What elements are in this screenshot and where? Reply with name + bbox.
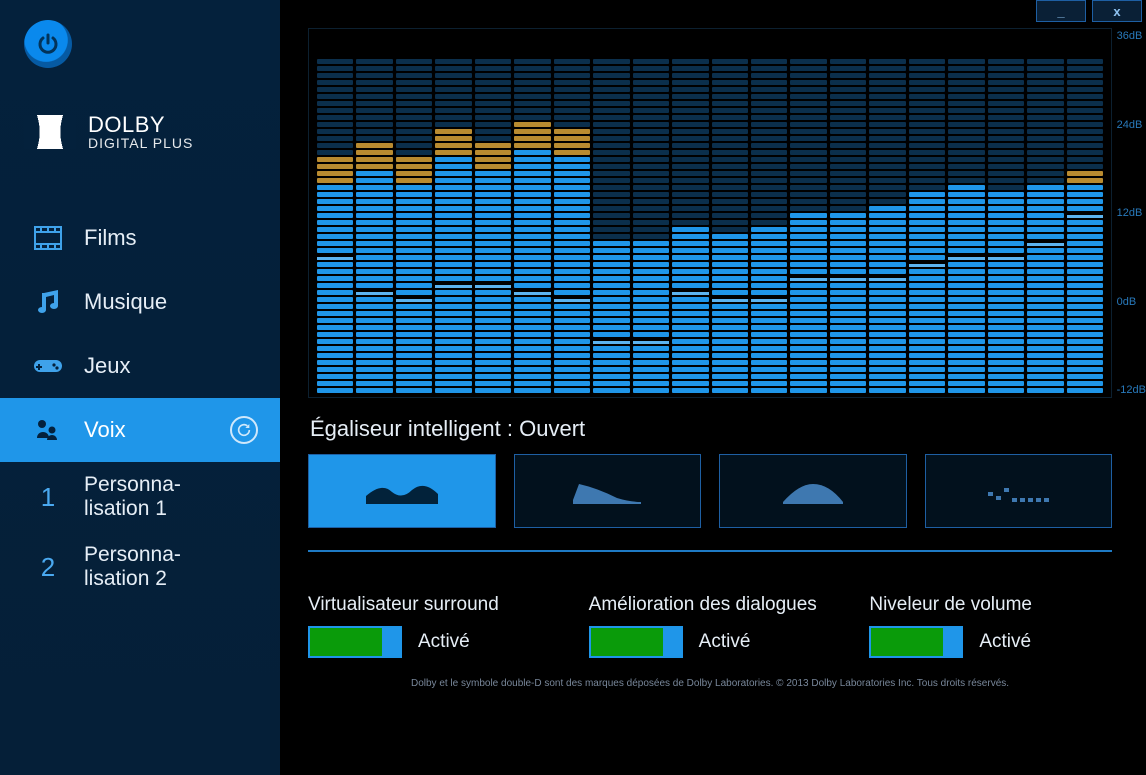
eq-preset-manual[interactable] [925, 454, 1113, 528]
sidebar: DOLBY DIGITAL PLUS Films Musique Jeux [0, 0, 280, 775]
eq-preset-rich[interactable] [514, 454, 702, 528]
eq-band[interactable] [869, 59, 905, 393]
eq-preset-focused[interactable] [719, 454, 907, 528]
footer-text: Dolby et le symbole double-D sont des ma… [308, 678, 1112, 689]
music-icon [32, 289, 64, 315]
refresh-icon [236, 422, 252, 438]
eq-band[interactable] [948, 59, 984, 393]
main-panel: 36dB 24dB 12dB 0dB -12dB Égaliseur intel… [280, 0, 1146, 775]
sidebar-item-preset-1[interactable]: 1 Personna-lisation 1 [0, 462, 280, 532]
feature-title: Niveleur de volume [869, 564, 1112, 616]
eq-band[interactable] [712, 59, 748, 393]
preset-number: 2 [32, 552, 64, 583]
logo-title: DOLBY [88, 114, 193, 136]
sidebar-item-label: Films [84, 225, 137, 251]
eq-band[interactable] [1067, 59, 1103, 393]
equalizer-display [308, 28, 1112, 398]
axis-label: 0dB [1117, 296, 1146, 308]
eq-band[interactable] [514, 59, 550, 393]
toggle-surround[interactable] [308, 626, 402, 658]
sidebar-item-preset-2[interactable]: 2 Personna-lisation 2 [0, 532, 280, 602]
equalizer-title: Égaliseur intelligent : Ouvert [310, 416, 1112, 442]
axis-label: 12dB [1117, 207, 1146, 219]
eq-band[interactable] [475, 59, 511, 393]
eq-band[interactable] [988, 59, 1024, 393]
feature-toggles: Virtualisateur surround Activé Améliorat… [308, 564, 1112, 658]
axis-label: -12dB [1117, 384, 1146, 396]
feature-title: Virtualisateur surround [308, 564, 551, 616]
eq-band[interactable] [751, 59, 787, 393]
axis-label: 36dB [1117, 30, 1146, 42]
eq-band[interactable] [435, 59, 471, 393]
eq-band[interactable] [356, 59, 392, 393]
eq-band[interactable] [830, 59, 866, 393]
feature-title: Amélioration des dialogues [589, 564, 832, 616]
eq-band[interactable] [554, 59, 590, 393]
eq-band[interactable] [1027, 59, 1063, 393]
sidebar-item-label: Musique [84, 289, 167, 315]
sidebar-item-label: Personna-lisation 2 [84, 543, 181, 591]
power-button[interactable] [24, 20, 72, 68]
eq-band[interactable] [396, 59, 432, 393]
sidebar-item-films[interactable]: Films [0, 206, 280, 270]
sidebar-item-jeux[interactable]: Jeux [0, 334, 280, 398]
sidebar-item-label: Voix [84, 417, 126, 443]
voice-icon [32, 418, 64, 442]
eq-band[interactable] [317, 59, 353, 393]
feature-surround: Virtualisateur surround Activé [308, 564, 551, 658]
feature-dialogue: Amélioration des dialogues Activé [589, 564, 832, 658]
dolby-logo: DOLBY DIGITAL PLUS [24, 114, 280, 150]
axis-label: 24dB [1117, 119, 1146, 131]
eq-band[interactable] [790, 59, 826, 393]
reset-button[interactable] [230, 416, 258, 444]
sidebar-item-label: Personna-lisation 1 [84, 473, 181, 521]
feature-state: Activé [699, 631, 751, 653]
logo-subtitle: DIGITAL PLUS [88, 136, 193, 150]
power-icon [36, 32, 60, 56]
sidebar-item-voix[interactable]: Voix [0, 398, 280, 462]
eq-band[interactable] [909, 59, 945, 393]
preset-number: 1 [32, 482, 64, 513]
sidebar-item-musique[interactable]: Musique [0, 270, 280, 334]
toggle-dialogue[interactable] [589, 626, 683, 658]
divider [308, 550, 1112, 552]
eq-band[interactable] [633, 59, 669, 393]
feature-state: Activé [418, 631, 470, 653]
film-icon [32, 226, 64, 250]
eq-preset-open[interactable] [308, 454, 496, 528]
eq-presets [308, 454, 1112, 528]
toggle-volume[interactable] [869, 626, 963, 658]
nav: Films Musique Jeux Voix 1 Personna-lis [0, 206, 280, 602]
eq-band[interactable] [672, 59, 708, 393]
sidebar-item-label: Jeux [84, 353, 130, 379]
feature-volume: Niveleur de volume Activé [869, 564, 1112, 658]
gamepad-icon [32, 356, 64, 376]
equalizer-axis: 36dB 24dB 12dB 0dB -12dB [1117, 28, 1146, 398]
feature-state: Activé [979, 631, 1031, 653]
eq-band[interactable] [593, 59, 629, 393]
dolby-icon [24, 115, 76, 149]
